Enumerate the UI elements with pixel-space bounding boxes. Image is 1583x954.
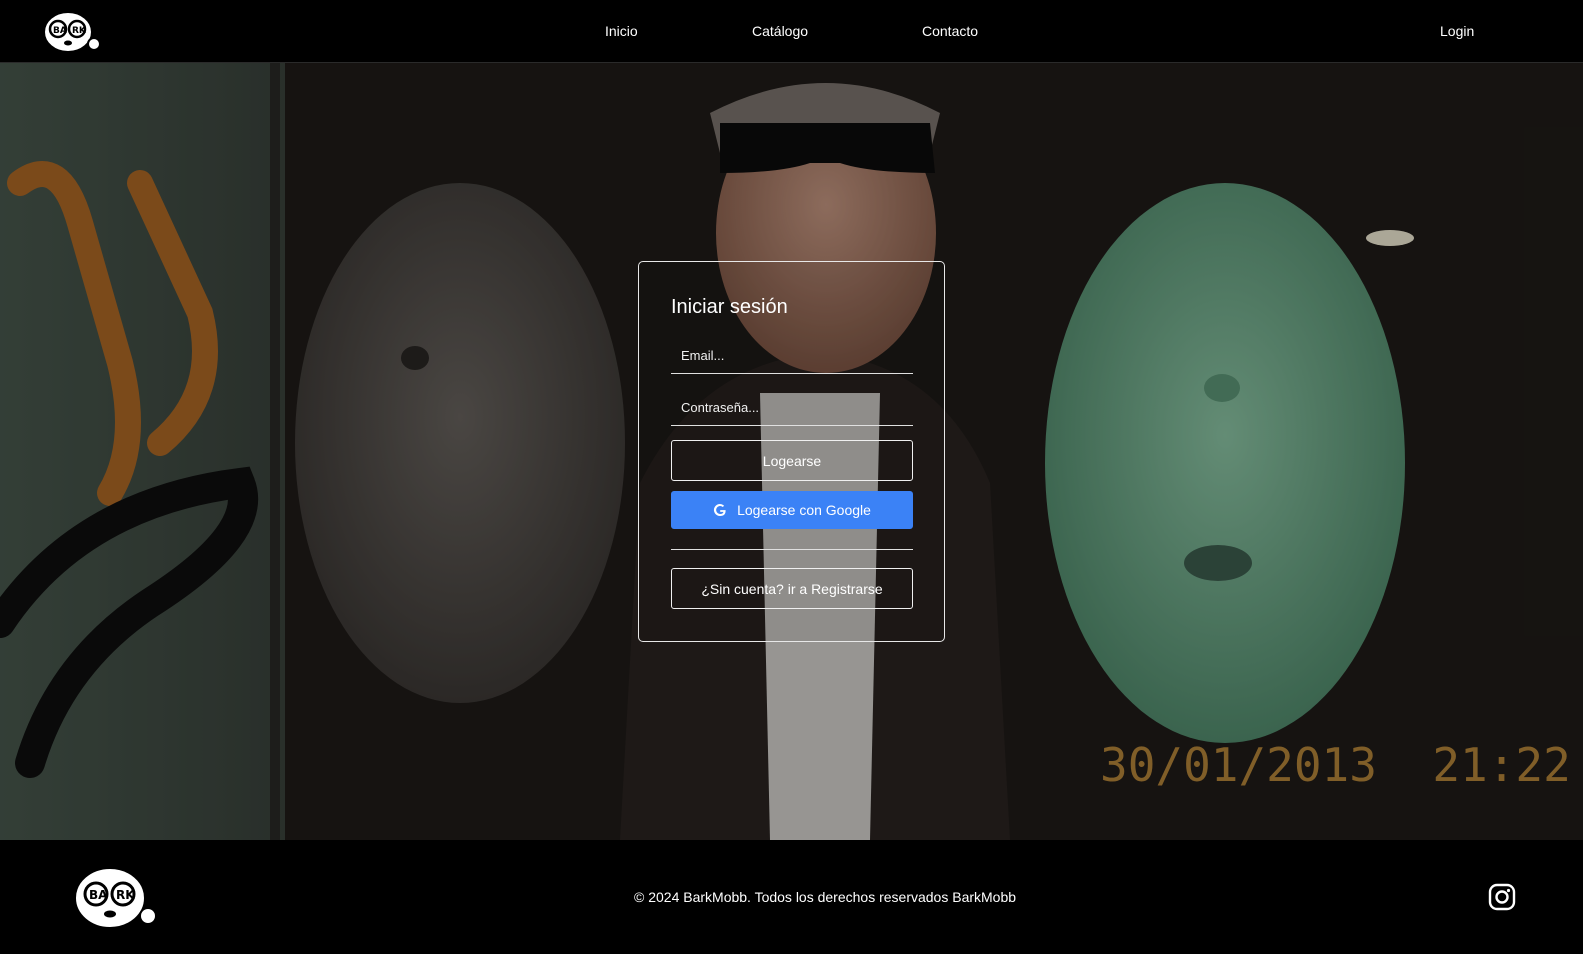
password-field [671,390,913,426]
barkmobb-footer-logo-icon[interactable]: BA RK [72,864,158,932]
login-card: Iniciar sesión Logearse Logearse con Goo… [638,261,945,642]
password-input[interactable] [671,390,913,425]
barkmobb-logo-icon[interactable]: BA RK [42,8,102,56]
nav-link-contacto[interactable]: Contacto [922,23,978,39]
nav-link-login[interactable]: Login [1440,23,1474,39]
footer: BA RK © 2024 BarkMobb. Todos los derecho… [0,840,1583,954]
instagram-icon[interactable] [1488,883,1516,911]
svg-text:BA: BA [89,888,108,902]
login-title: Iniciar sesión [671,296,788,318]
nav-link-inicio[interactable]: Inicio [605,23,638,39]
top-navbar: BA RK Inicio Catálogo Contacto Login [0,0,1583,63]
email-input[interactable] [671,338,913,373]
nav-link-catalogo[interactable]: Catálogo [752,23,808,39]
svg-text:BA: BA [53,26,67,36]
svg-text:RK: RK [116,888,135,902]
svg-text:RK: RK [72,26,87,36]
divider [671,549,913,550]
copyright-text: © 2024 BarkMobb. Todos los derechos rese… [634,889,1017,905]
email-field [671,338,913,374]
register-button[interactable]: ¿Sin cuenta? ir a Registrarse [671,568,913,609]
google-login-label: Logearse con Google [737,502,871,518]
login-button[interactable]: Logearse [671,440,913,481]
google-g-icon [713,504,726,517]
google-login-button[interactable]: Logearse con Google [671,491,913,529]
